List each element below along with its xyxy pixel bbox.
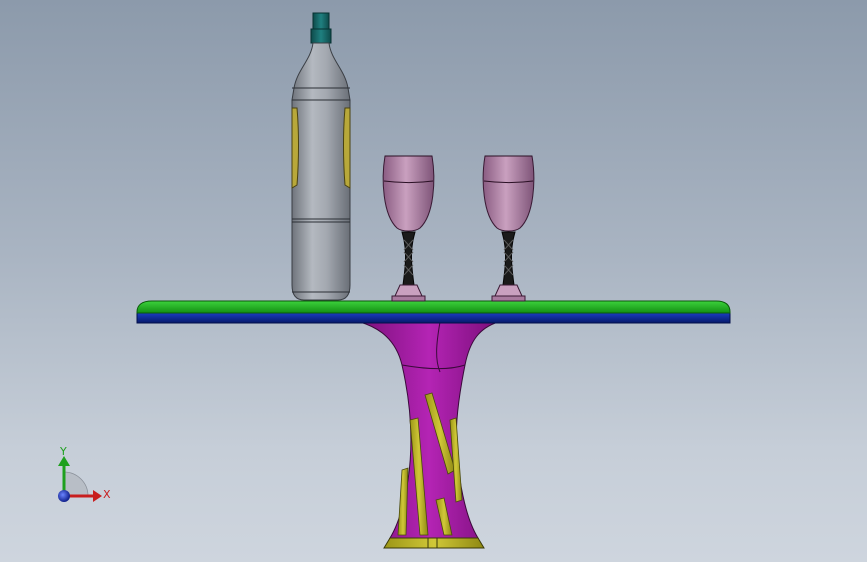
reference-triad: Y X bbox=[58, 445, 111, 502]
model-scene[interactable]: Y X bbox=[0, 0, 867, 562]
bottle[interactable] bbox=[291, 12, 351, 301]
triad-x-label: X bbox=[103, 488, 111, 501]
table-pedestal[interactable] bbox=[359, 321, 499, 549]
triad-y-label: Y bbox=[59, 445, 67, 458]
graphics-viewport[interactable]: Y X bbox=[0, 0, 867, 562]
triad-x-arrow-icon bbox=[93, 490, 102, 502]
tabletop[interactable] bbox=[136, 300, 731, 324]
triad-z-axis-icon bbox=[58, 490, 70, 502]
wine-glass-left[interactable] bbox=[382, 155, 435, 302]
wine-glass-right[interactable] bbox=[482, 155, 535, 302]
